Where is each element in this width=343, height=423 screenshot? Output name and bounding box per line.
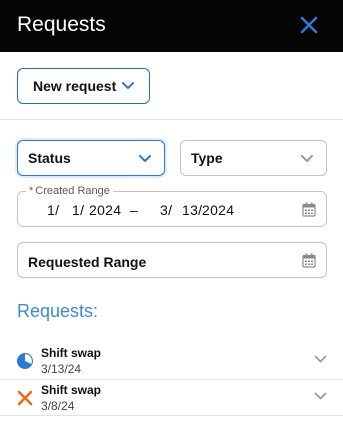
header-bar: Requests	[0, 0, 343, 52]
created-range-field[interactable]: * Created Range 1/ 1/ 2024 – 3/ 13/ 2024	[17, 184, 327, 227]
start-month[interactable]: 1/	[47, 202, 59, 218]
list-item-title: Shift swap	[41, 383, 102, 397]
new-request-label: New request	[33, 78, 117, 94]
close-icon[interactable]	[298, 14, 320, 36]
end-month[interactable]: 3/	[160, 202, 172, 218]
end-year[interactable]: 2024	[202, 202, 234, 218]
required-mark: *	[29, 185, 34, 197]
type-select[interactable]: Type	[180, 140, 327, 176]
page-title: Requests	[17, 13, 106, 36]
chevron-down-icon	[122, 82, 134, 89]
calendar-icon[interactable]	[302, 202, 316, 217]
created-range-label-text: Created Range	[35, 185, 110, 197]
pending-clock-icon	[17, 353, 33, 369]
start-year[interactable]: 2024	[89, 202, 121, 218]
requested-range-field[interactable]: Requested Range	[17, 242, 327, 278]
requests-heading: Requests:	[17, 301, 99, 321]
list-item-date: 3/13/24	[41, 362, 82, 376]
new-request-button[interactable]: New request	[17, 68, 150, 104]
chevron-down-icon	[139, 155, 151, 162]
list-item-date: 3/8/24	[41, 399, 75, 413]
created-range-label: * Created Range	[26, 184, 113, 198]
status-select-label: Status	[28, 150, 71, 166]
divider	[0, 119, 343, 120]
list-item-title: Shift swap	[41, 346, 102, 360]
chevron-down-icon	[301, 155, 313, 162]
requested-range-label: Requested Range	[28, 254, 147, 270]
list-item[interactable]: Shift swap 3/13/24	[0, 343, 343, 379]
list-item[interactable]: Shift swap 3/8/24	[0, 380, 343, 416]
calendar-icon[interactable]	[302, 253, 316, 268]
chevron-down-icon[interactable]	[314, 355, 327, 364]
chevron-down-icon[interactable]	[314, 392, 327, 401]
end-day[interactable]: 13/	[182, 202, 202, 218]
type-select-label: Type	[191, 150, 223, 166]
start-day[interactable]: 1/	[72, 202, 84, 218]
rejected-x-icon	[17, 390, 33, 406]
divider	[0, 415, 343, 416]
status-select[interactable]: Status	[17, 140, 165, 176]
range-separator: –	[130, 202, 139, 218]
